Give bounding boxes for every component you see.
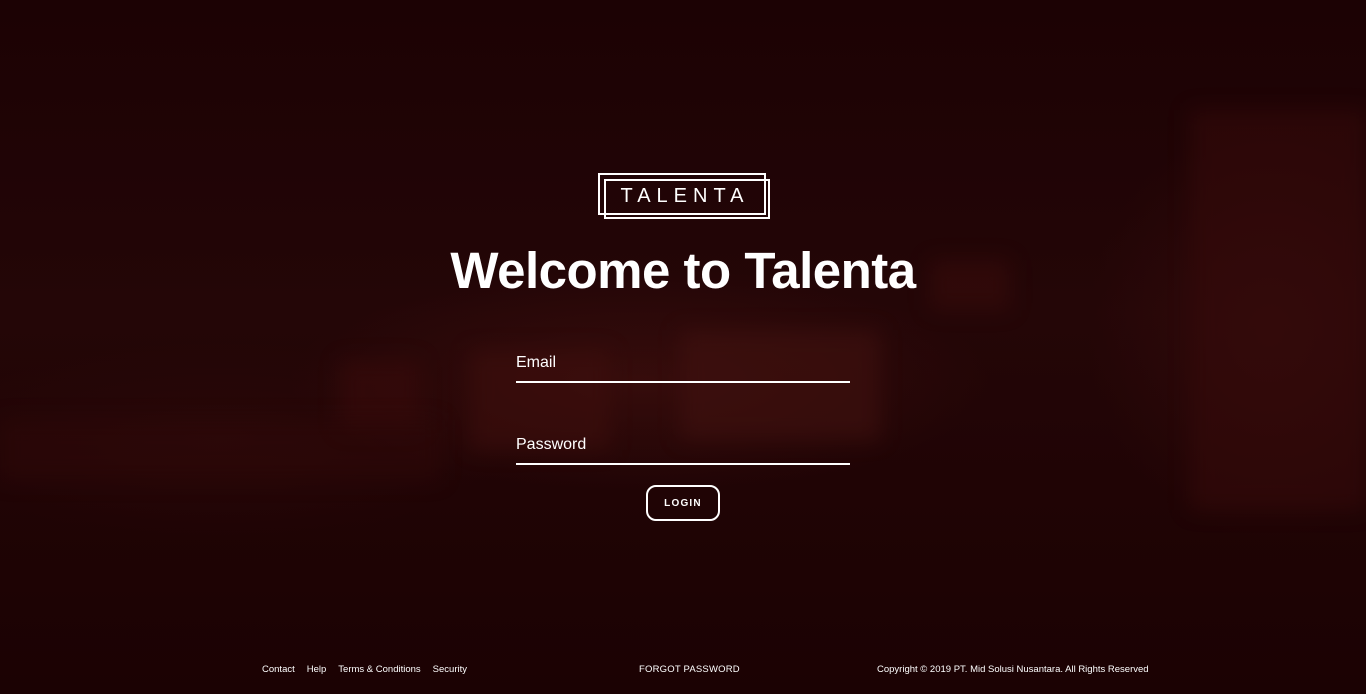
footer-link-security[interactable]: Security xyxy=(433,663,467,677)
talenta-logo: TALENTA xyxy=(598,173,770,219)
login-button[interactable]: LOGIN xyxy=(646,485,720,521)
login-page: TALENTA Welcome to Talenta LOGIN Contact… xyxy=(0,0,1366,694)
footer: Contact Help Terms & Conditions Security… xyxy=(0,663,1366,677)
email-input[interactable] xyxy=(516,345,850,381)
logo-text: TALENTA xyxy=(620,185,750,207)
password-field-wrapper xyxy=(516,427,850,465)
password-input[interactable] xyxy=(516,427,850,463)
copyright-text: Copyright © 2019 PT. Mid Solusi Nusantar… xyxy=(877,664,1149,675)
footer-link-terms[interactable]: Terms & Conditions xyxy=(338,663,420,677)
footer-link-contact[interactable]: Contact xyxy=(262,663,295,677)
page-title: Welcome to Talenta xyxy=(450,242,916,299)
footer-link-help[interactable]: Help xyxy=(307,663,327,677)
footer-links: Contact Help Terms & Conditions Security xyxy=(262,663,467,677)
forgot-password-link[interactable]: FORGOT PASSWORD xyxy=(639,663,740,677)
email-field-wrapper xyxy=(516,345,850,383)
